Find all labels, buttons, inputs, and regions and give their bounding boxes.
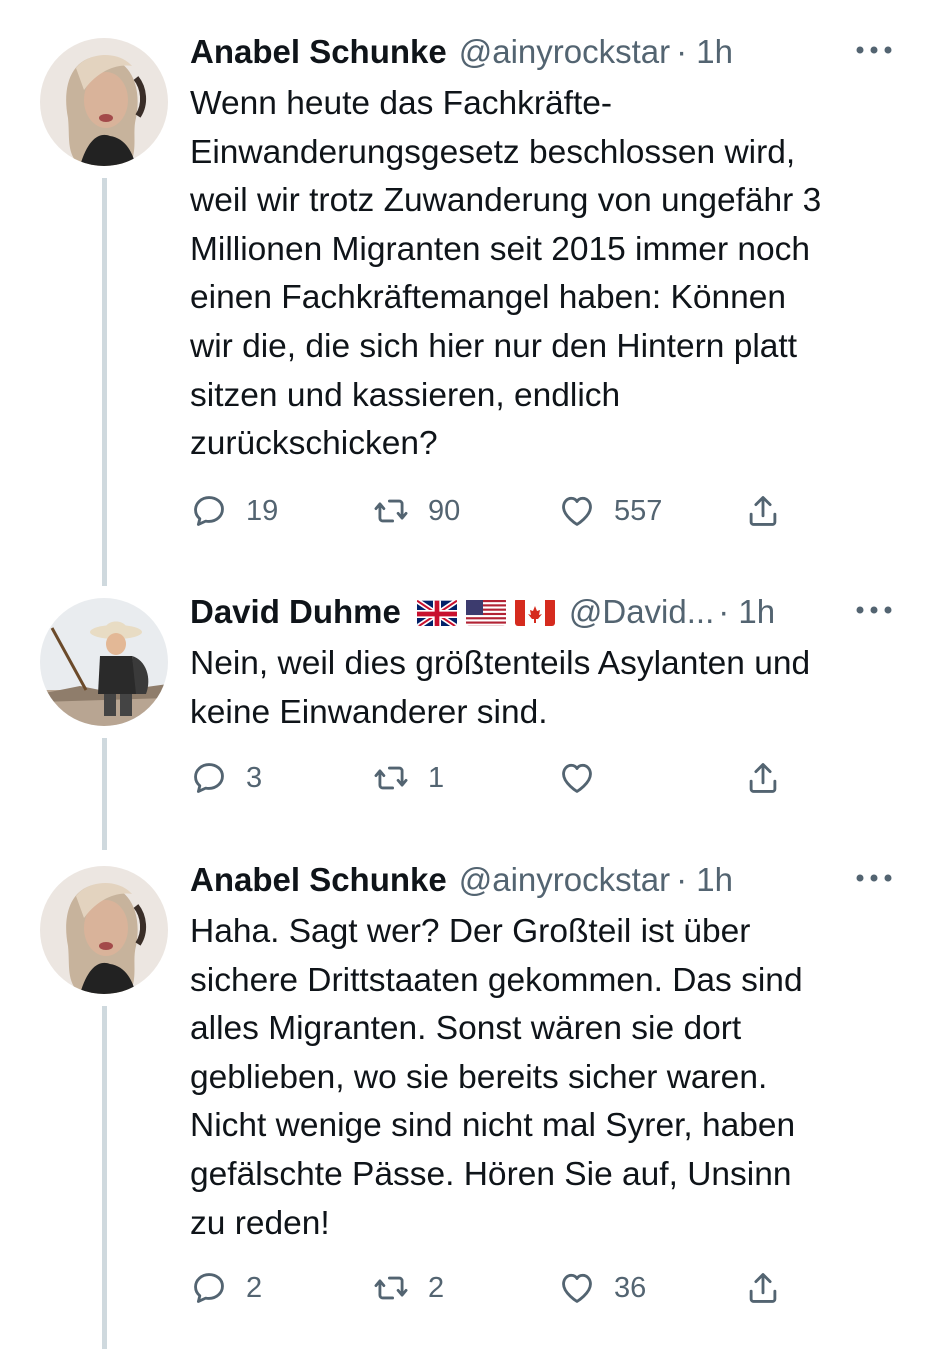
- thread-line: [102, 564, 107, 588]
- retweet-button[interactable]: 90: [372, 489, 460, 533]
- tweet-line: Einwanderungsgesetz beschlossen wird,: [190, 133, 796, 171]
- tweet-line: einen Fachkräftemangel haben: Können: [190, 279, 786, 317]
- flag-emojis: [416, 598, 555, 626]
- tweet-text: Haha. Sagt wer? Der Großteil ist über si…: [190, 908, 906, 1248]
- more-icon[interactable]: [854, 604, 894, 616]
- like-count: 36: [614, 1271, 647, 1304]
- reply-button[interactable]: 3: [190, 756, 262, 800]
- canada-flag-icon: [514, 598, 555, 626]
- avatar-anabel[interactable]: [40, 866, 168, 994]
- tweet-line: Wenn heute das Fachkräfte-: [190, 85, 613, 122]
- tweet-text: Nein, weil dies größtenteils Asylanten u…: [190, 640, 906, 737]
- like-button[interactable]: 36: [558, 1266, 646, 1310]
- tweet-header: David Duhme @David... · 1h: [190, 590, 906, 634]
- username[interactable]: @ainyrockstar: [459, 861, 670, 899]
- timestamp[interactable]: · 1h: [718, 593, 775, 631]
- tweet-line: wir die, die sich hier nur den Hintern p…: [190, 327, 798, 365]
- tweet-line: zu reden!: [190, 1204, 330, 1242]
- thread-line: [102, 738, 107, 850]
- us-flag-icon: [465, 598, 506, 626]
- tweet-line: Haha. Sagt wer? Der Großteil ist über: [190, 913, 751, 950]
- tweet-line: Nein, weil dies größtenteils Asylanten u…: [190, 645, 811, 682]
- tweet-line: keine Einwanderer sind.: [190, 693, 548, 731]
- tweet-text: Wenn heute das Fachkräfte- Einwanderungs…: [190, 80, 906, 469]
- share-icon: [749, 1273, 777, 1303]
- timestamp[interactable]: · 1h: [676, 861, 733, 899]
- tweet-line: sitzen und kassieren, endlich: [190, 376, 621, 414]
- reply-button[interactable]: 2: [190, 1266, 262, 1310]
- reply-icon: [194, 496, 224, 526]
- tweet-line: alles Migranten. Sonst wären sie dort: [190, 1010, 742, 1048]
- reply-button[interactable]: 19: [190, 489, 278, 533]
- reply-count: 2: [246, 1271, 263, 1304]
- uk-flag-icon: [416, 598, 457, 626]
- like-count: 557: [614, 494, 663, 527]
- retweet-button[interactable]: 2: [372, 1266, 444, 1310]
- reply-count: 3: [246, 761, 263, 794]
- username[interactable]: @ainyrockstar: [459, 33, 670, 71]
- avatar-david[interactable]: [40, 598, 168, 726]
- reply-icon: [194, 763, 224, 793]
- retweet-button[interactable]: 1: [372, 756, 444, 800]
- reply-count: 19: [246, 494, 279, 527]
- thread-line: [102, 1006, 107, 1349]
- thread-line: [102, 178, 107, 586]
- retweet-icon: [374, 1276, 408, 1300]
- display-name[interactable]: Anabel Schunke: [190, 861, 447, 899]
- retweet-count: 90: [428, 494, 461, 527]
- tweet-line: Nicht wenige sind nicht mal Syrer, haben: [190, 1107, 796, 1145]
- tweet-line: weil wir trotz Zuwanderung von ungefähr …: [190, 182, 822, 220]
- retweet-count: 1: [428, 761, 445, 794]
- heart-icon: [562, 1273, 592, 1303]
- retweet-count: 2: [428, 1271, 445, 1304]
- tweet-line: gefälschte Pässe. Hören Sie auf, Unsinn: [190, 1155, 792, 1193]
- heart-icon: [562, 496, 592, 526]
- display-name[interactable]: David Duhme: [190, 593, 401, 631]
- share-button[interactable]: [744, 489, 782, 533]
- tweet-line: sichere Drittstaaten gekommen. Das sind: [190, 961, 803, 999]
- share-icon: [749, 496, 777, 526]
- more-icon[interactable]: [854, 872, 894, 884]
- retweet-icon: [374, 766, 408, 790]
- like-button[interactable]: [558, 756, 614, 800]
- retweet-icon: [374, 499, 408, 523]
- share-icon: [749, 763, 777, 793]
- share-button[interactable]: [744, 756, 782, 800]
- display-name[interactable]: Anabel Schunke: [190, 33, 447, 71]
- like-button[interactable]: 557: [558, 489, 662, 533]
- username[interactable]: @David...: [569, 593, 714, 631]
- tweet-line: Millionen Migranten seit 2015 immer noch: [190, 230, 811, 268]
- tweet-line: zurückschicken?: [190, 425, 438, 463]
- timestamp[interactable]: · 1h: [676, 33, 733, 71]
- avatar-anabel[interactable]: [40, 38, 168, 166]
- share-button[interactable]: [744, 1266, 782, 1310]
- heart-icon: [562, 763, 592, 793]
- tweet-header: Anabel Schunke @ainyrockstar · 1h: [190, 858, 906, 902]
- tweet-header: Anabel Schunke @ainyrockstar · 1h: [190, 30, 906, 74]
- tweet-line: geblieben, wo sie bereits sicher waren.: [190, 1058, 768, 1096]
- reply-icon: [194, 1273, 224, 1303]
- more-icon[interactable]: [854, 44, 894, 56]
